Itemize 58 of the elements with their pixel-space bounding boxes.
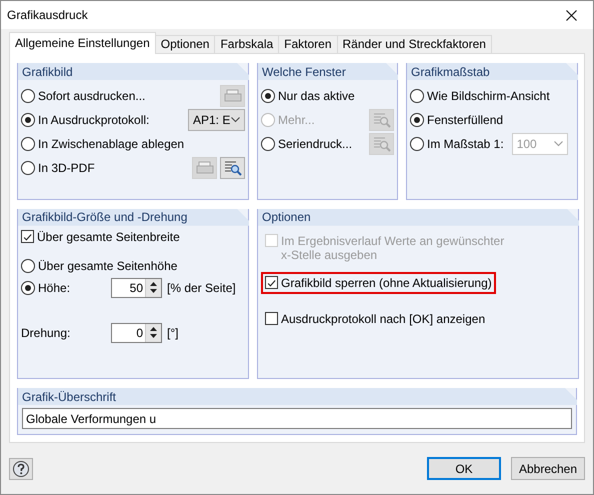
report-dropdown[interactable]: AP1: E xyxy=(188,109,245,131)
group-title: Grafikmaßstab xyxy=(411,64,490,78)
radio-button[interactable] xyxy=(21,113,35,127)
option-label: Fensterfüllend xyxy=(427,113,504,127)
dialog-button[interactable]: OK xyxy=(427,457,501,480)
group-title: Grafikbild-Größe und -Drehung xyxy=(22,210,188,224)
tab[interactable]: Allgemeine Einstellungen xyxy=(9,32,156,54)
option-label: Im Ergebnisverlauf Werte an gewünschter x-Stelle ausgeben xyxy=(281,234,506,262)
radio-button[interactable] xyxy=(261,137,275,151)
group-title: Welche Fenster xyxy=(262,64,346,78)
option-label: Höhe: xyxy=(38,280,70,295)
radio-button[interactable] xyxy=(410,137,424,151)
caret-icon xyxy=(554,141,563,147)
radio-button[interactable] xyxy=(21,137,35,151)
up-arrow-icon[interactable] xyxy=(150,282,157,286)
option-label: Über gesamte Seitenhöhe xyxy=(38,258,178,273)
option-label: Seriendruck... xyxy=(278,137,352,151)
option-label: Sofort ausdrucken... xyxy=(38,89,146,103)
option-label: Ausdruckprotokoll nach [OK] anzeigen xyxy=(281,312,486,326)
caption-field[interactable]: Globale Verformungen u xyxy=(22,408,572,429)
dialog-button[interactable]: Abbrechen xyxy=(511,457,585,480)
window-title: Grafikausdruck xyxy=(7,8,88,22)
tab[interactable]: Ränder und Streckfaktoren xyxy=(336,35,492,53)
radio-button[interactable] xyxy=(410,113,424,127)
option-label: Im Maßstab 1: xyxy=(427,137,504,151)
option-label: In 3D-PDF xyxy=(38,161,95,175)
radio-button[interactable] xyxy=(261,89,275,103)
radio-button[interactable] xyxy=(21,89,35,103)
help-button[interactable] xyxy=(9,458,33,480)
radio-button[interactable] xyxy=(21,161,35,175)
preview-button[interactable] xyxy=(220,157,245,179)
height-spinbox[interactable]: 50 xyxy=(111,278,162,298)
option-label: In Zwischenablage ablegen xyxy=(38,137,184,151)
group-title: Grafik-Überschrift xyxy=(22,390,116,404)
down-arrow-icon[interactable] xyxy=(150,334,157,338)
radio-button[interactable] xyxy=(410,89,424,103)
group-title: Grafikbild xyxy=(22,64,73,78)
unit-label: [°] xyxy=(167,326,178,340)
radio-button[interactable] xyxy=(21,280,35,295)
down-arrow-icon[interactable] xyxy=(150,289,157,294)
option-label: Über gesamte Seitenbreite xyxy=(37,230,180,244)
up-arrow-icon[interactable] xyxy=(150,327,157,332)
caret-icon xyxy=(231,117,240,123)
radio-button[interactable] xyxy=(21,258,35,273)
option-label: Mehr... xyxy=(278,113,315,127)
option-label: Nur das aktive xyxy=(278,89,355,103)
group-title: Optionen xyxy=(262,210,311,224)
field-label: Drehung: xyxy=(21,326,72,340)
unit-label: [% der Seite] xyxy=(167,280,236,295)
checkbox[interactable] xyxy=(265,312,278,325)
option-label: Wie Bildschirm-Ansicht xyxy=(427,89,550,103)
option-label: Grafikbild sperren (ohne Aktualisierung) xyxy=(281,276,492,290)
rotation-spinbox[interactable]: 0 xyxy=(111,322,162,343)
checkbox[interactable] xyxy=(21,230,34,244)
tab[interactable]: Optionen xyxy=(154,35,216,53)
close-icon xyxy=(566,10,576,20)
checkbox[interactable] xyxy=(265,276,278,289)
option-label: In Ausdruckprotokoll: xyxy=(38,113,150,127)
